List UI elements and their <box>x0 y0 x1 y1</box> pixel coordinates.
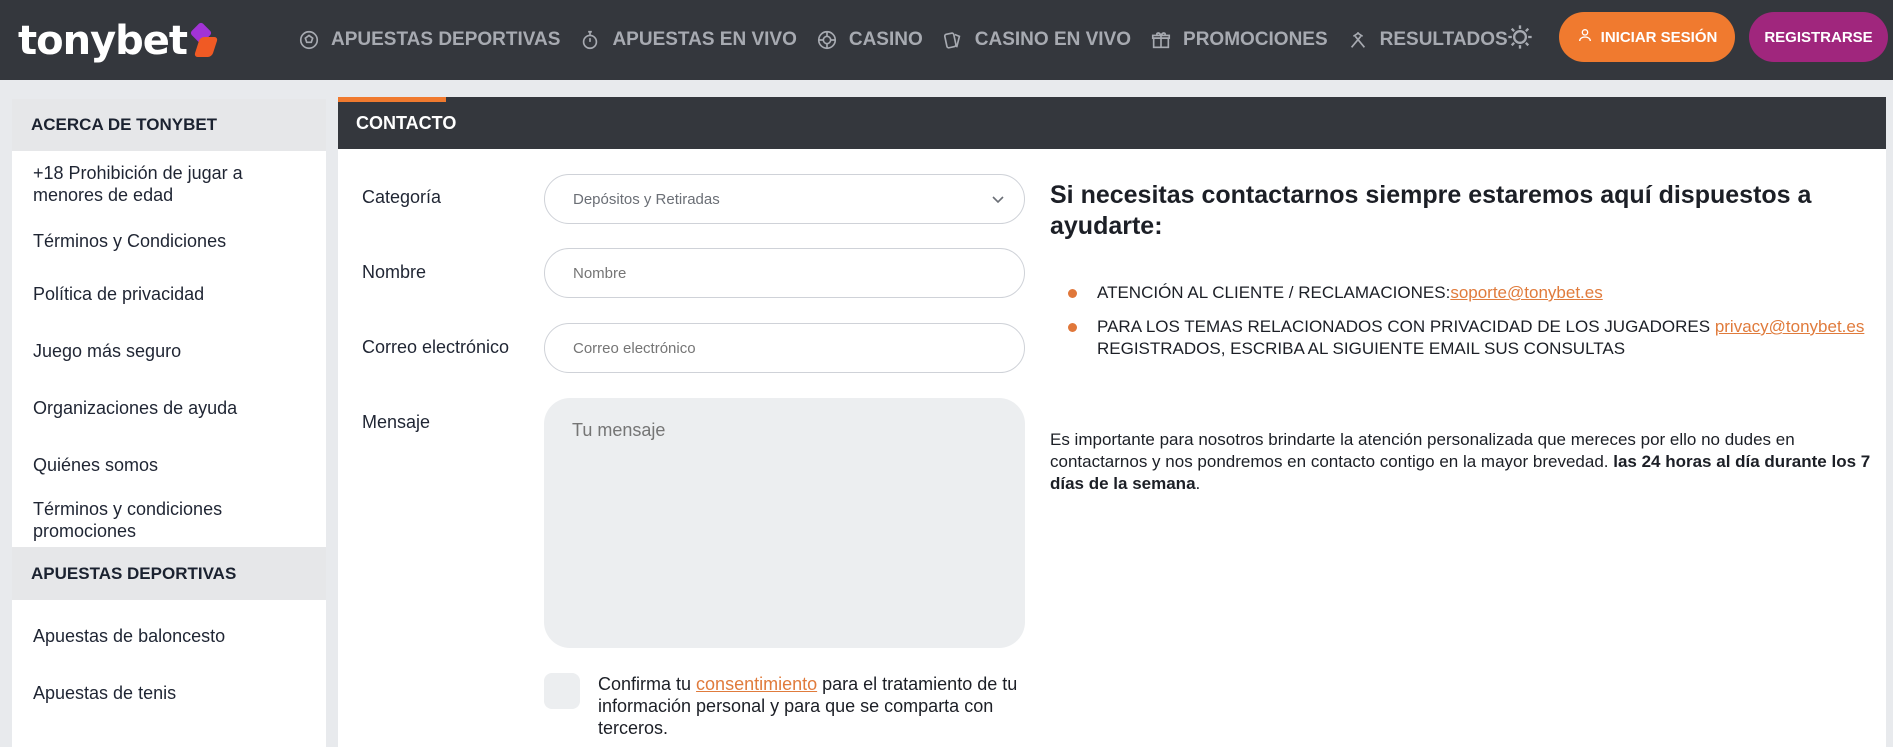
nav-casino[interactable]: CASINO <box>815 28 923 52</box>
nav-label: CASINO <box>848 29 923 50</box>
sidebar-item-privacidad[interactable]: Política de privacidad <box>12 265 326 322</box>
nav-promociones[interactable]: PROMOCIONES <box>1149 28 1328 52</box>
category-value: Depósitos y Retiradas <box>573 190 720 208</box>
soccer-ball-icon <box>297 28 321 52</box>
login-label: INICIAR SESIÓN <box>1600 28 1718 46</box>
category-select[interactable]: Depósitos y Retiradas <box>544 174 1025 224</box>
panel-title: CONTACTO <box>356 112 457 133</box>
sidebar-section-about[interactable]: ACERCA DE TONYBET <box>12 99 326 151</box>
nav-label: RESULTADOS <box>1379 29 1508 50</box>
sidebar-item-juego-seguro[interactable]: Juego más seguro <box>12 322 326 379</box>
contact-panel: CONTACTO Categoría Depósitos y Retiradas… <box>338 97 1886 747</box>
name-input[interactable] <box>544 248 1025 298</box>
sidebar-item-terminos[interactable]: Términos y Condiciones <box>12 217 326 265</box>
hammers-icon <box>1346 28 1370 52</box>
bullet1-text: ATENCIÓN AL CLIENTE / RECLAMACIONES: <box>1097 283 1451 302</box>
logo-mark-icon <box>189 21 219 57</box>
register-button[interactable]: REGISTRARSE <box>1749 12 1888 62</box>
consent-prefix: Confirma tu <box>598 674 697 694</box>
sidebar-item-tenis[interactable]: Apuestas de tenis <box>12 672 326 714</box>
nav-apuestas-deportivas[interactable]: APUESTAS DEPORTIVAS <box>297 28 560 52</box>
message-label: Mensaje <box>362 412 431 432</box>
panel-header: CONTACTO <box>338 97 1886 149</box>
message-textarea[interactable] <box>544 398 1025 648</box>
nav-label: CASINO EN VIVO <box>974 29 1132 50</box>
name-label: Nombre <box>362 262 427 282</box>
gift-icon <box>1149 28 1173 52</box>
bullet2-text: PARA LOS TEMAS RELACIONADOS CON PRIVACID… <box>1097 317 1715 336</box>
chevron-down-icon <box>990 191 1006 207</box>
nav-casino-en-vivo[interactable]: CASINO EN VIVO <box>941 28 1131 52</box>
consent-text: Confirma tu consentimiento para el trata… <box>598 673 1028 739</box>
top-navigation-bar: tonybet APUESTAS DEPORTIVAS APUESTAS EN … <box>0 0 1893 80</box>
consent-link[interactable]: consentimiento <box>696 674 817 694</box>
contact-bullets: ATENCIÓN AL CLIENTE / RECLAMACIONES:sopo… <box>1050 282 1890 372</box>
nav-label: PROMOCIONES <box>1183 29 1328 50</box>
header-accent-bar <box>338 97 446 102</box>
user-icon <box>1577 27 1601 47</box>
cards-icon <box>941 28 965 52</box>
support-email-link[interactable]: soporte@tonybet.es <box>1450 283 1602 302</box>
category-label: Categoría <box>362 187 442 207</box>
nav-label: APUESTAS DEPORTIVAS <box>331 29 561 50</box>
email-input[interactable] <box>544 323 1025 373</box>
consent-checkbox[interactable] <box>544 673 580 709</box>
sidebar-item-baloncesto[interactable]: Apuestas de baloncesto <box>12 600 326 672</box>
nav-apuestas-en-vivo[interactable]: APUESTAS EN VIVO <box>578 28 797 52</box>
roulette-icon <box>815 28 839 52</box>
email-label: Correo electrónico <box>362 337 510 357</box>
sidebar-section-sports[interactable]: APUESTAS DEPORTIVAS <box>12 547 326 600</box>
bullet-customer-service: ATENCIÓN AL CLIENTE / RECLAMACIONES:sopo… <box>1050 282 1890 304</box>
logo-text: tonybet <box>18 18 188 64</box>
paragraph-end: . <box>1195 474 1201 493</box>
bullet2-suffix: REGISTRADOS, ESCRIBA AL SIGUIENTE EMAIL … <box>1097 339 1626 358</box>
sidebar-item-organizaciones[interactable]: Organizaciones de ayuda <box>12 379 326 436</box>
stopwatch-icon <box>578 28 602 52</box>
nav-label: APUESTAS EN VIVO <box>612 29 797 50</box>
bullet-privacy: PARA LOS TEMAS RELACIONADOS CON PRIVACID… <box>1050 316 1890 360</box>
sun-icon <box>1506 23 1534 56</box>
main-nav: APUESTAS DEPORTIVAS APUESTAS EN VIVO CAS… <box>297 0 1526 80</box>
info-paragraph: Es importante para nosotros brindarte la… <box>1050 429 1880 495</box>
sidebar-item-quienes-somos[interactable]: Quiénes somos <box>12 436 326 493</box>
login-button[interactable]: INICIAR SESIÓN <box>1559 12 1735 62</box>
info-heading: Si necesitas contactarnos siempre estare… <box>1050 181 1812 240</box>
sidebar-item-prohibicion-menores[interactable]: +18 Prohibición de jugar a menores de ed… <box>12 151 326 217</box>
sidebar-item-terminos-promociones[interactable]: Términos y condiciones promociones <box>12 493 326 547</box>
theme-toggle-button[interactable] <box>1504 23 1536 55</box>
sidebar: ACERCA DE TONYBET +18 Prohibición de jug… <box>12 99 326 747</box>
nav-resultados[interactable]: RESULTADOS <box>1346 28 1508 52</box>
tonybet-logo[interactable]: tonybet <box>18 18 219 64</box>
privacy-email-link[interactable]: privacy@tonybet.es <box>1715 317 1865 336</box>
register-label: REGISTRARSE <box>1764 28 1873 46</box>
